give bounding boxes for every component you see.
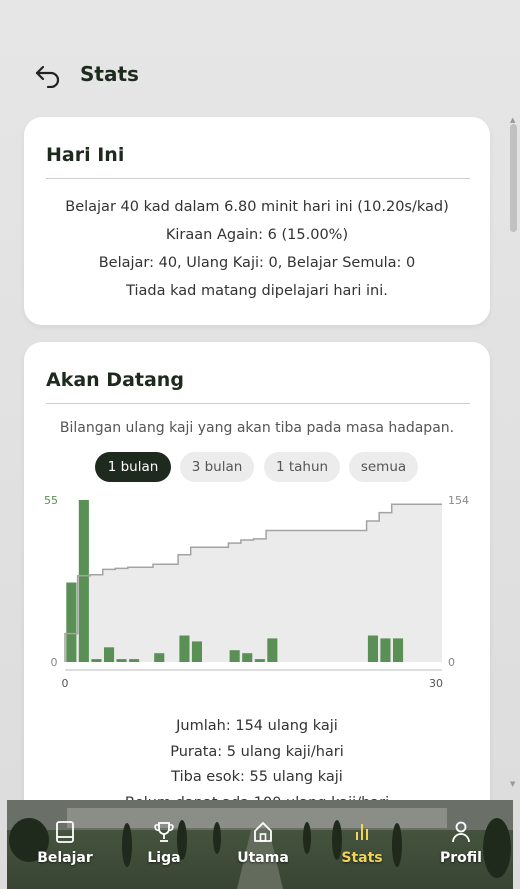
chart-bar[interactable] (191, 641, 202, 662)
nav-stats[interactable]: Stats (317, 820, 407, 866)
today-line: Kiraan Again: 6 (15.00%) (165, 227, 349, 243)
chart-bar[interactable] (242, 653, 253, 662)
bottom-navigation: Belajar Liga Utama Stats Profil (7, 800, 513, 889)
chart-bar[interactable] (393, 638, 404, 662)
left-axis-zero-label: 0 (51, 656, 58, 669)
user-icon (452, 821, 470, 843)
scroll-down-arrow-icon[interactable]: ▼ (510, 780, 515, 788)
today-title: Hari Ini (46, 144, 125, 166)
trophy-icon (154, 822, 174, 842)
right-axis-max-label: 154 (448, 494, 469, 507)
today-stats: Belajar 40 kad dalam 6.80 minit hari ini… (24, 193, 490, 305)
cumulative-area (65, 504, 442, 662)
today-card: Hari Ini Belajar 40 kad dalam 6.80 minit… (24, 117, 490, 325)
upcoming-summary: Jumlah: 154 ulang kaji Purata: 5 ulang k… (24, 714, 490, 800)
x-axis-start-label: 0 (62, 677, 69, 690)
chart-bar[interactable] (229, 650, 240, 662)
summary-average: Purata: 5 ulang kaji/hari (170, 743, 344, 760)
chart-bar[interactable] (254, 659, 265, 662)
right-axis-zero-label: 0 (448, 656, 455, 669)
chart-bar[interactable] (116, 659, 127, 662)
scroll-up-arrow-icon[interactable]: ▲ (510, 116, 515, 124)
chart-bar[interactable] (78, 500, 89, 662)
nav-label: Stats (341, 850, 383, 866)
nav-liga[interactable]: Liga (119, 820, 209, 866)
range-1-month-button[interactable]: 1 bulan (95, 452, 171, 482)
range-3-months-button[interactable]: 3 bulan (180, 452, 254, 482)
chart-bar[interactable] (179, 635, 190, 663)
summary-due-tomorrow: Tiba esok: 55 ulang kaji (171, 769, 343, 785)
left-axis-max-label: 55 (44, 494, 58, 507)
upcoming-content: Bilangan ulang kaji yang akan tiba pada … (24, 342, 490, 800)
range-all-button[interactable]: semua (349, 452, 418, 482)
bar-chart-icon (356, 824, 368, 840)
today-line: Belajar 40 kad dalam 6.80 minit hari ini… (65, 199, 449, 215)
header: Stats (0, 50, 520, 100)
book-icon (56, 821, 74, 843)
chart-bar[interactable] (129, 659, 140, 662)
nav-label: Utama (237, 850, 289, 866)
range-1-year-button[interactable]: 1 tahun (264, 452, 340, 482)
back-button[interactable] (34, 62, 62, 89)
today-line: Tiada kad matang dipelajari hari ini. (126, 283, 388, 299)
chart-bar[interactable] (380, 638, 391, 662)
nav-utama[interactable]: Utama (218, 820, 308, 866)
nav-label: Liga (147, 850, 181, 866)
x-axis-end-label: 30 (429, 677, 443, 690)
scrollbar-thumb[interactable] (510, 124, 517, 232)
chart-bar[interactable] (104, 647, 115, 662)
summary-total: Jumlah: 154 ulang kaji (176, 718, 338, 734)
today-divider (46, 178, 470, 179)
nav-profil[interactable]: Profil (416, 820, 506, 866)
home-icon (254, 822, 272, 842)
chart-bar[interactable] (154, 653, 165, 662)
chart-bar[interactable] (91, 659, 102, 662)
summary-extra: Belum dapat ada 100 ulang kaji/hari (24, 791, 490, 801)
chart-bar[interactable] (367, 635, 378, 663)
nav-belajar[interactable]: Belajar (20, 820, 110, 866)
back-arrow-icon (35, 65, 60, 89)
today-line: Belajar: 40, Ulang Kaji: 0, Belajar Semu… (98, 255, 416, 271)
nav-label: Belajar (37, 850, 93, 866)
page-title: Stats (80, 62, 139, 86)
nav-label: Profil (440, 850, 482, 866)
chart-bar[interactable] (66, 582, 77, 663)
scrollbar[interactable]: ▲ ▼ (509, 116, 518, 788)
upcoming-chart: 55015400 30 (44, 494, 469, 690)
chart-bar[interactable] (267, 638, 278, 662)
upcoming-description: Bilangan ulang kaji yang akan tiba pada … (59, 420, 455, 436)
